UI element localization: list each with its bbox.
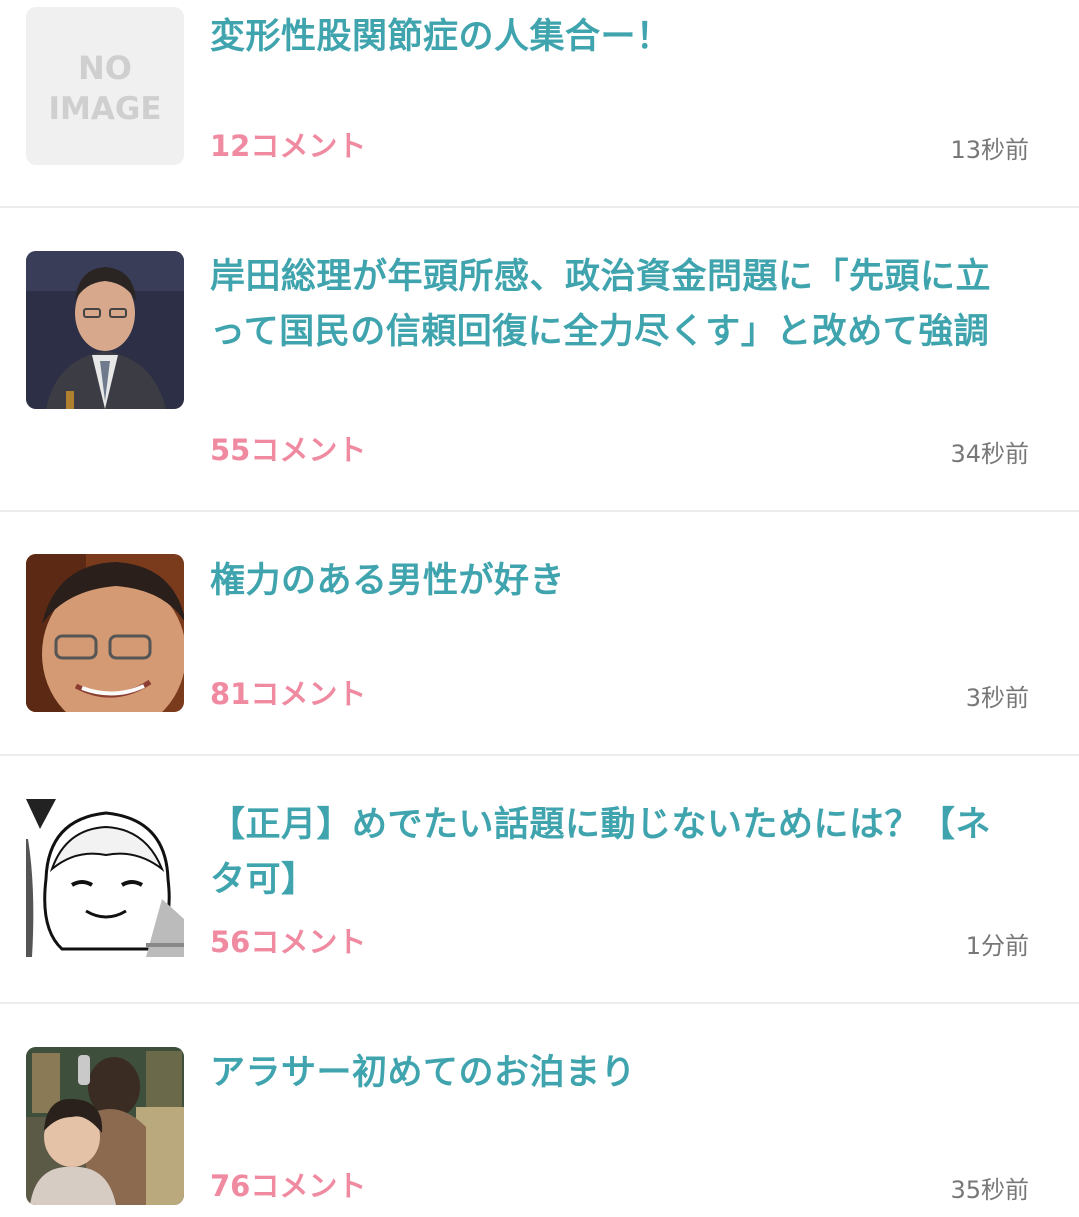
topic-title[interactable]: 岸田総理が年頭所感、政治資金問題に「先頭に立って国民の信頼回復に全力尽くす」と改…: [210, 250, 1020, 360]
post-time: 3秒前: [965, 684, 1029, 712]
comment-count: 81コメント: [210, 677, 367, 711]
topic-title[interactable]: 【正月】めでたい話題に動じないためには？【ネタ可】: [210, 798, 1020, 908]
man-in-suit-thumbnail[interactable]: [26, 251, 184, 409]
no-image-text-line2: IMAGE: [49, 91, 162, 127]
manga-girl-illustration: [26, 799, 184, 957]
comment-count: 12コメント: [210, 129, 367, 163]
room-photo-thumbnail[interactable]: [26, 1047, 184, 1205]
topic-title[interactable]: アラサー初めてのお泊まり: [210, 1046, 1020, 1101]
manga-thumbnail[interactable]: [26, 799, 184, 957]
post-time: 1分前: [965, 932, 1029, 960]
no-image-thumbnail[interactable]: NO IMAGE: [26, 7, 184, 165]
topic-item[interactable]: 岸田総理が年頭所感、政治資金問題に「先頭に立って国民の信頼回復に全力尽くす」と改…: [0, 208, 1079, 512]
topic-item[interactable]: アラサー初めてのお泊まり 76コメント 35秒前: [0, 1004, 1079, 1217]
smiling-man-closeup-photo: [26, 554, 184, 712]
post-time: 35秒前: [950, 1176, 1029, 1204]
topic-title[interactable]: 変形性股関節症の人集合ー！: [210, 10, 1020, 65]
topic-item[interactable]: 権力のある男性が好き 81コメント 3秒前: [0, 512, 1079, 756]
no-image-text-line1: NO: [78, 49, 132, 87]
man-in-suit-photo: [26, 251, 184, 409]
topic-item[interactable]: NO IMAGE 変形性股関節症の人集合ー！ 12コメント 13秒前: [0, 0, 1079, 208]
topic-title[interactable]: 権力のある男性が好き: [210, 554, 1020, 609]
two-people-room-photo: [26, 1047, 184, 1205]
comment-count: 55コメント: [210, 433, 367, 467]
comment-count: 76コメント: [210, 1169, 367, 1203]
topic-list: NO IMAGE 変形性股関節症の人集合ー！ 12コメント 13秒前 岸田総理が: [0, 0, 1079, 1217]
no-image-placeholder: NO IMAGE: [26, 7, 184, 165]
topic-item[interactable]: 【正月】めでたい話題に動じないためには？【ネタ可】 56コメント 1分前: [0, 756, 1079, 1004]
smiling-man-thumbnail[interactable]: [26, 554, 184, 712]
post-time: 34秒前: [950, 440, 1029, 468]
comment-count: 56コメント: [210, 925, 367, 959]
post-time: 13秒前: [950, 136, 1029, 164]
